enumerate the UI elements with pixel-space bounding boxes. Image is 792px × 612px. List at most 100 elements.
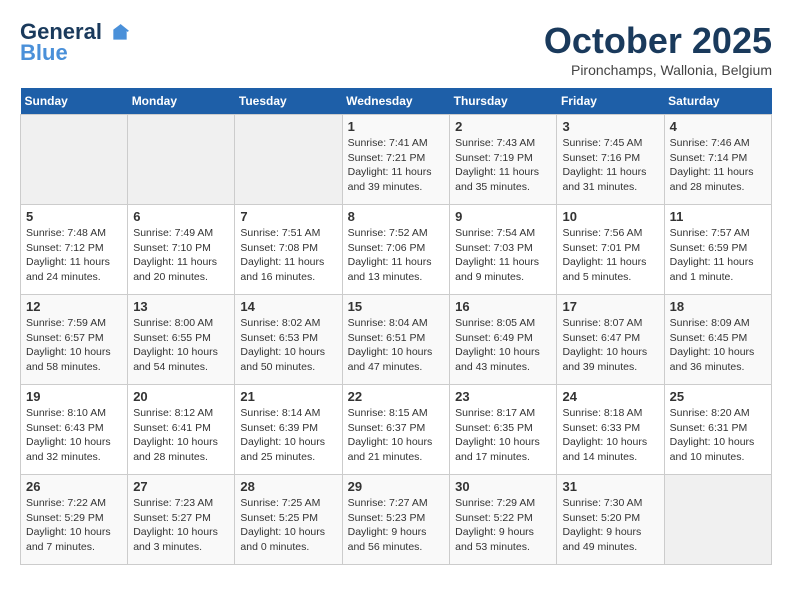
week-row-3: 12 Sunrise: 7:59 AM Sunset: 6:57 PM Dayli… [21, 295, 772, 385]
page-header: General Blue October 2025 Pironchamps, W… [20, 20, 772, 78]
weekday-header-thursday: Thursday [450, 88, 557, 115]
calendar-cell [235, 115, 342, 205]
day-number: 18 [670, 299, 766, 314]
day-info: Sunrise: 7:45 AM Sunset: 7:16 PM Dayligh… [562, 136, 658, 195]
calendar-cell: 9 Sunrise: 7:54 AM Sunset: 7:03 PM Daylig… [450, 205, 557, 295]
calendar-cell: 31 Sunrise: 7:30 AM Sunset: 5:20 PM Dayli… [557, 475, 664, 565]
calendar-cell: 30Sunrise: 7:29 AM Sunset: 5:22 PM Dayli… [450, 475, 557, 565]
day-info: Sunrise: 7:41 AM Sunset: 7:21 PM Dayligh… [348, 136, 445, 195]
day-info: Sunrise: 7:23 AM Sunset: 5:27 PM Dayligh… [133, 496, 229, 555]
calendar-cell: 28 Sunrise: 7:25 AM Sunset: 5:25 PM Dayli… [235, 475, 342, 565]
weekday-header-friday: Friday [557, 88, 664, 115]
calendar-cell: 21 Sunrise: 8:14 AM Sunset: 6:39 PM Dayli… [235, 385, 342, 475]
day-info: Sunrise: 7:57 AM Sunset: 6:59 PM Dayligh… [670, 226, 766, 285]
weekday-header-tuesday: Tuesday [235, 88, 342, 115]
day-number: 9 [455, 209, 551, 224]
day-info: Sunrise: 7:46 AM Sunset: 7:14 PM Dayligh… [670, 136, 766, 195]
calendar-cell: 12 Sunrise: 7:59 AM Sunset: 6:57 PM Dayli… [21, 295, 128, 385]
day-number: 7 [240, 209, 336, 224]
day-info: Sunrise: 7:54 AM Sunset: 7:03 PM Dayligh… [455, 226, 551, 285]
day-info: Sunrise: 8:07 AM Sunset: 6:47 PM Dayligh… [562, 316, 658, 375]
weekday-header-monday: Monday [128, 88, 235, 115]
calendar-cell: 25 Sunrise: 8:20 AM Sunset: 6:31 PM Dayli… [664, 385, 771, 475]
day-number: 17 [562, 299, 658, 314]
day-number: 21 [240, 389, 336, 404]
day-info: Sunrise: 8:12 AM Sunset: 6:41 PM Dayligh… [133, 406, 229, 465]
calendar-cell: 5 Sunrise: 7:48 AM Sunset: 7:12 PM Daylig… [21, 205, 128, 295]
calendar-cell: 11Sunrise: 7:57 AM Sunset: 6:59 PM Dayli… [664, 205, 771, 295]
calendar-cell [128, 115, 235, 205]
weekday-header-wednesday: Wednesday [342, 88, 450, 115]
day-number: 29 [348, 479, 445, 494]
title-block: October 2025 Pironchamps, Wallonia, Belg… [544, 20, 772, 78]
day-info: Sunrise: 7:56 AM Sunset: 7:01 PM Dayligh… [562, 226, 658, 285]
logo-blue: Blue [20, 40, 68, 66]
day-number: 25 [670, 389, 766, 404]
day-number: 23 [455, 389, 551, 404]
day-number: 30 [455, 479, 551, 494]
day-info: Sunrise: 8:05 AM Sunset: 6:49 PM Dayligh… [455, 316, 551, 375]
day-number: 13 [133, 299, 229, 314]
day-number: 31 [562, 479, 658, 494]
day-number: 5 [26, 209, 122, 224]
day-info: Sunrise: 7:59 AM Sunset: 6:57 PM Dayligh… [26, 316, 122, 375]
calendar-cell: 1 Sunrise: 7:41 AM Sunset: 7:21 PM Daylig… [342, 115, 450, 205]
location-subtitle: Pironchamps, Wallonia, Belgium [544, 62, 772, 78]
day-info: Sunrise: 8:09 AM Sunset: 6:45 PM Dayligh… [670, 316, 766, 375]
day-number: 28 [240, 479, 336, 494]
day-info: Sunrise: 7:30 AM Sunset: 5:20 PM Dayligh… [562, 496, 658, 555]
day-number: 22 [348, 389, 445, 404]
calendar-cell: 7 Sunrise: 7:51 AM Sunset: 7:08 PM Daylig… [235, 205, 342, 295]
day-info: Sunrise: 8:17 AM Sunset: 6:35 PM Dayligh… [455, 406, 551, 465]
calendar-cell: 15Sunrise: 8:04 AM Sunset: 6:51 PM Dayli… [342, 295, 450, 385]
day-info: Sunrise: 8:14 AM Sunset: 6:39 PM Dayligh… [240, 406, 336, 465]
week-row-5: 26 Sunrise: 7:22 AM Sunset: 5:29 PM Dayli… [21, 475, 772, 565]
calendar-table: SundayMondayTuesdayWednesdayThursdayFrid… [20, 88, 772, 565]
calendar-cell: 17 Sunrise: 8:07 AM Sunset: 6:47 PM Dayli… [557, 295, 664, 385]
calendar-cell: 6 Sunrise: 7:49 AM Sunset: 7:10 PM Daylig… [128, 205, 235, 295]
day-number: 3 [562, 119, 658, 134]
week-row-1: 1 Sunrise: 7:41 AM Sunset: 7:21 PM Daylig… [21, 115, 772, 205]
day-info: Sunrise: 8:18 AM Sunset: 6:33 PM Dayligh… [562, 406, 658, 465]
day-info: Sunrise: 7:25 AM Sunset: 5:25 PM Dayligh… [240, 496, 336, 555]
day-info: Sunrise: 7:22 AM Sunset: 5:29 PM Dayligh… [26, 496, 122, 555]
day-info: Sunrise: 7:27 AM Sunset: 5:23 PM Dayligh… [348, 496, 445, 555]
calendar-cell: 2Sunrise: 7:43 AM Sunset: 7:19 PM Daylig… [450, 115, 557, 205]
calendar-cell: 3 Sunrise: 7:45 AM Sunset: 7:16 PM Daylig… [557, 115, 664, 205]
day-number: 6 [133, 209, 229, 224]
day-number: 27 [133, 479, 229, 494]
week-row-4: 19Sunrise: 8:10 AM Sunset: 6:43 PM Dayli… [21, 385, 772, 475]
calendar-cell: 4Sunrise: 7:46 AM Sunset: 7:14 PM Daylig… [664, 115, 771, 205]
calendar-cell: 26 Sunrise: 7:22 AM Sunset: 5:29 PM Dayli… [21, 475, 128, 565]
day-info: Sunrise: 8:20 AM Sunset: 6:31 PM Dayligh… [670, 406, 766, 465]
day-number: 12 [26, 299, 122, 314]
calendar-cell: 20 Sunrise: 8:12 AM Sunset: 6:41 PM Dayli… [128, 385, 235, 475]
day-number: 1 [348, 119, 445, 134]
calendar-cell: 27 Sunrise: 7:23 AM Sunset: 5:27 PM Dayli… [128, 475, 235, 565]
calendar-cell: 18 Sunrise: 8:09 AM Sunset: 6:45 PM Dayli… [664, 295, 771, 385]
day-info: Sunrise: 7:49 AM Sunset: 7:10 PM Dayligh… [133, 226, 229, 285]
logo: General Blue [20, 20, 130, 66]
day-info: Sunrise: 8:02 AM Sunset: 6:53 PM Dayligh… [240, 316, 336, 375]
month-title: October 2025 [544, 20, 772, 62]
day-number: 24 [562, 389, 658, 404]
calendar-cell: 19Sunrise: 8:10 AM Sunset: 6:43 PM Dayli… [21, 385, 128, 475]
calendar-cell: 22 Sunrise: 8:15 AM Sunset: 6:37 PM Dayli… [342, 385, 450, 475]
day-number: 19 [26, 389, 122, 404]
day-number: 14 [240, 299, 336, 314]
calendar-cell: 24 Sunrise: 8:18 AM Sunset: 6:33 PM Dayli… [557, 385, 664, 475]
day-info: Sunrise: 7:51 AM Sunset: 7:08 PM Dayligh… [240, 226, 336, 285]
day-number: 26 [26, 479, 122, 494]
day-number: 10 [562, 209, 658, 224]
logo-icon [110, 23, 130, 43]
day-number: 2 [455, 119, 551, 134]
day-number: 20 [133, 389, 229, 404]
day-info: Sunrise: 7:48 AM Sunset: 7:12 PM Dayligh… [26, 226, 122, 285]
day-info: Sunrise: 8:15 AM Sunset: 6:37 PM Dayligh… [348, 406, 445, 465]
day-info: Sunrise: 7:52 AM Sunset: 7:06 PM Dayligh… [348, 226, 445, 285]
calendar-cell [664, 475, 771, 565]
calendar-cell: 8Sunrise: 7:52 AM Sunset: 7:06 PM Daylig… [342, 205, 450, 295]
day-info: Sunrise: 8:00 AM Sunset: 6:55 PM Dayligh… [133, 316, 229, 375]
weekday-header-sunday: Sunday [21, 88, 128, 115]
calendar-cell [21, 115, 128, 205]
